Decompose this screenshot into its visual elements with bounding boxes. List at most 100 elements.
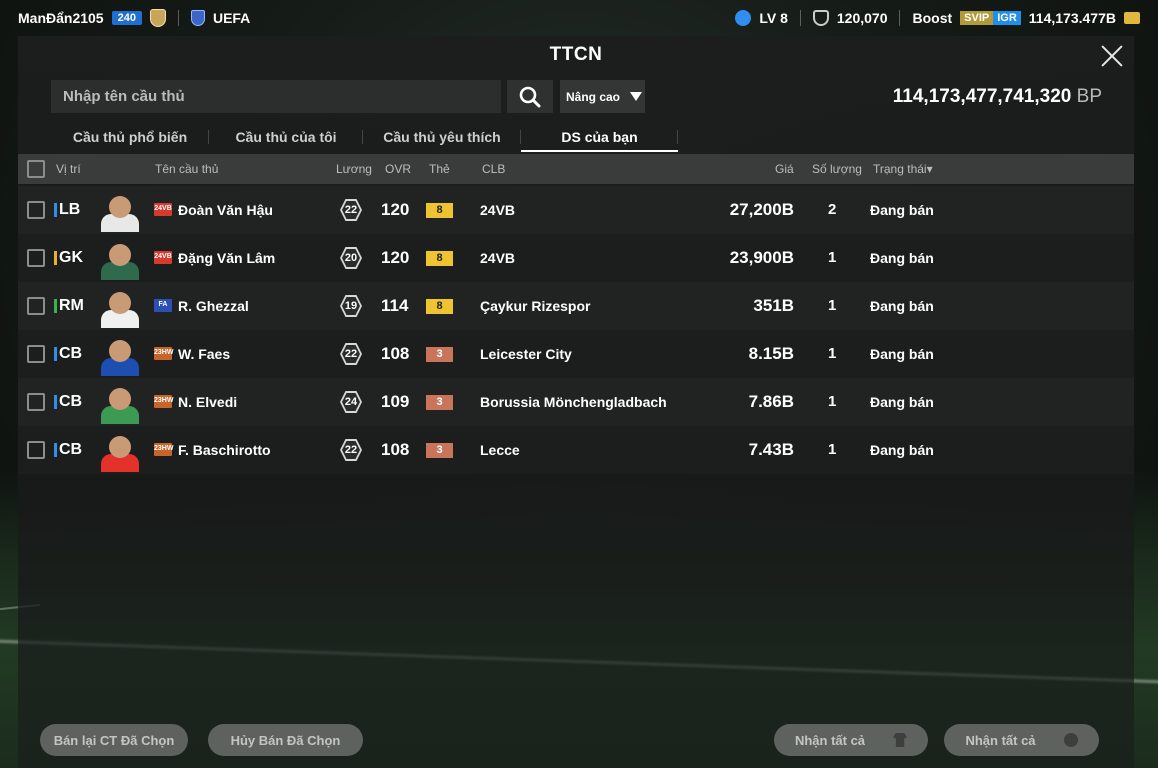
column-header-position[interactable]: Vị trí: [56, 154, 81, 184]
column-header-status[interactable]: Trạng thái▾: [873, 154, 933, 184]
table-row[interactable]: RM FA R. Ghezzal 19 114 8 Çaykur Rizespo…: [18, 282, 1134, 330]
team-crest-icon: [149, 9, 166, 27]
tab-popular-players[interactable]: Cầu thủ phổ biến: [51, 122, 209, 152]
tab-label: Cầu thủ phổ biến: [72, 129, 188, 145]
listing-price: 7.86B: [748, 392, 794, 411]
resell-selected-button[interactable]: Bán lại CT Đã Chọn: [40, 724, 188, 756]
receive-all-items-button[interactable]: Nhận tất cả: [774, 724, 928, 756]
player-club: 24VB: [480, 250, 516, 266]
listing-status: Đang bán: [870, 394, 934, 410]
select-all-checkbox[interactable]: [27, 160, 45, 178]
player-head: [109, 196, 131, 218]
player-name[interactable]: Đoàn Văn Hậu: [178, 186, 273, 234]
player-avatar: [98, 192, 142, 232]
button-label: Hủy Bán Đã Chọn: [230, 732, 341, 748]
player-position: GK: [59, 249, 83, 266]
tab-label: Cầu thủ yêu thích: [383, 129, 501, 145]
row-checkbox[interactable]: [27, 393, 45, 411]
username[interactable]: ManĐẩn2105: [18, 10, 104, 26]
listing-table-body: LB 24VB Đoàn Văn Hậu 22 120 8 24VB 27,20…: [18, 186, 1134, 474]
player-avatar: [98, 432, 142, 472]
search-button[interactable]: [507, 80, 553, 113]
player-name[interactable]: W. Faes: [178, 330, 230, 378]
player-name[interactable]: F. Baschirotto: [178, 426, 271, 474]
boost-label[interactable]: Boost: [912, 10, 952, 26]
page-title: TTCN: [549, 44, 603, 65]
position-color-bar: [54, 395, 57, 409]
salary-badge: 22: [340, 199, 362, 221]
shield-icon: [812, 10, 829, 26]
season-icon: 24VB: [154, 203, 172, 216]
coin-icon: [1063, 733, 1078, 747]
column-header-club[interactable]: CLB: [482, 154, 505, 184]
listing-price: 8.15B: [748, 344, 794, 363]
position-color-bar: [54, 347, 57, 361]
table-row[interactable]: CB 23HW W. Faes 22 108 3 Leicester City …: [18, 330, 1134, 378]
column-header-price[interactable]: Giá: [775, 154, 794, 184]
row-checkbox[interactable]: [27, 201, 45, 219]
tab-my-listings[interactable]: DS của bạn: [521, 122, 678, 152]
listing-price: 27,200B: [729, 200, 794, 219]
listing-quantity: 1: [828, 249, 837, 266]
column-header-quantity[interactable]: Số lượng: [812, 154, 862, 184]
receive-all-bp-button[interactable]: Nhận tất cả: [944, 724, 1099, 756]
cancel-selected-button[interactable]: Hủy Bán Đã Chọn: [208, 724, 363, 756]
player-name[interactable]: Đặng Văn Lâm: [178, 234, 275, 282]
salary-value: 22: [342, 201, 360, 219]
row-checkbox[interactable]: [27, 249, 45, 267]
salary-badge: 19: [340, 295, 362, 317]
player-head: [109, 436, 131, 458]
player-name[interactable]: R. Ghezzal: [178, 282, 249, 330]
svip-badge: SVIP: [960, 11, 994, 25]
divider: [799, 10, 801, 26]
player-ovr: 109: [381, 392, 410, 411]
points-text: 120,070: [836, 10, 888, 26]
listing-status: Đang bán: [870, 442, 934, 458]
player-club: 24VB: [480, 202, 516, 218]
search-input[interactable]: [51, 80, 501, 113]
advanced-search-button[interactable]: Nâng cao: [560, 80, 645, 113]
card-grade-badge: 8: [426, 203, 453, 218]
tab-favorite-players[interactable]: Cầu thủ yêu thích: [363, 122, 521, 152]
row-checkbox[interactable]: [27, 297, 45, 315]
table-row[interactable]: CB 23HW F. Baschirotto 22 108 3 Lecce 7.…: [18, 426, 1134, 474]
player-avatar: [98, 336, 142, 376]
season-icon: 23HW: [154, 443, 173, 456]
column-header-salary[interactable]: Lương: [336, 154, 372, 184]
season-icon: 23HW: [154, 395, 173, 408]
league-name: UEFA: [212, 10, 251, 26]
advanced-label: Nâng cao: [566, 89, 621, 104]
salary-badge: 22: [340, 343, 362, 365]
row-checkbox[interactable]: [27, 441, 45, 459]
player-name[interactable]: N. Elvedi: [178, 378, 237, 426]
player-ovr: 108: [381, 440, 410, 459]
listing-price: 7.43B: [748, 440, 794, 459]
listing-price: 351B: [753, 296, 794, 315]
row-checkbox[interactable]: [27, 345, 45, 363]
salary-value: 24: [342, 393, 360, 411]
column-header-card[interactable]: Thẻ: [429, 154, 450, 184]
bp-amount: 114,173,477,741,320: [892, 86, 1072, 107]
salary-value: 22: [342, 441, 360, 459]
player-club: Borussia Mönchengladbach: [480, 394, 667, 410]
tab-my-players[interactable]: Cầu thủ của tôi: [209, 122, 363, 152]
season-icon: FA: [154, 299, 172, 312]
table-row[interactable]: GK 24VB Đặng Văn Lâm 20 120 8 24VB 23,90…: [18, 234, 1134, 282]
user-level-badge: 240: [111, 11, 142, 25]
tab-label: DS của bạn: [561, 129, 638, 145]
table-row[interactable]: LB 24VB Đoàn Văn Hậu 22 120 8 24VB 27,20…: [18, 186, 1134, 234]
button-label: Nhận tất cả: [965, 732, 1036, 748]
player-position: CB: [59, 441, 83, 458]
column-header-name[interactable]: Tên cầu thủ: [155, 154, 218, 184]
player-avatar: [98, 288, 142, 328]
player-position: CB: [59, 393, 83, 410]
coin-icon[interactable]: [1124, 12, 1140, 24]
player-club: Lecce: [480, 442, 520, 458]
table-row[interactable]: CB 23HW N. Elvedi 24 109 3 Borussia Mönc…: [18, 378, 1134, 426]
column-header-ovr[interactable]: OVR: [385, 154, 411, 184]
level-icon: [735, 10, 752, 26]
close-button[interactable]: [1098, 42, 1126, 70]
user-info: ManĐẩn2105 240 UEFA: [18, 9, 250, 27]
card-grade-badge: 8: [426, 251, 453, 266]
shirt-icon: [893, 733, 908, 747]
